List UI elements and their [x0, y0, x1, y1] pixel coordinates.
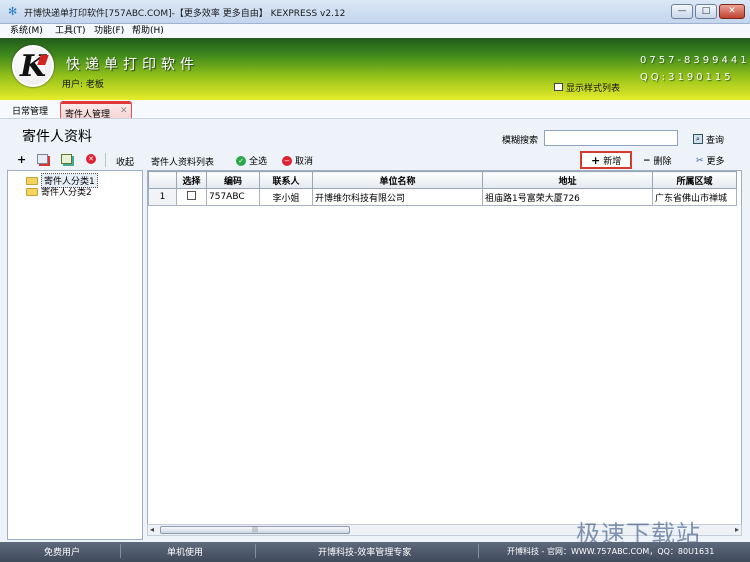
tab-sender-label: 寄件人管理 — [65, 110, 111, 120]
status-divider — [120, 544, 121, 558]
qq-number: QQ:3190115 — [640, 72, 734, 83]
minus-icon: − — [643, 155, 651, 166]
column-header[interactable]: 所属区域 — [652, 171, 737, 189]
status-divider — [255, 544, 256, 558]
scroll-right-icon[interactable]: ▸ — [735, 525, 739, 535]
status-user: 免费用户 — [44, 548, 81, 558]
k-logo-icon: K — [12, 45, 54, 87]
menu-bar: 系统(M) 工具(T) 功能(F) 帮助(H) — [0, 24, 750, 38]
search-icon: ⌕ — [693, 134, 703, 144]
query-button[interactable]: ⌕ 查询 — [693, 131, 724, 147]
row-number: 1 — [148, 188, 177, 206]
cancel-selection-button[interactable]: − 取消 — [282, 154, 313, 167]
menu-tools[interactable]: 工具(T) — [55, 24, 86, 38]
app-name: 快递单打印软件 — [66, 57, 199, 73]
menu-system[interactable]: 系统(M) — [10, 24, 43, 38]
more-button[interactable]: ✂ 更多 — [696, 154, 725, 168]
status-mode: 单机使用 — [167, 548, 204, 558]
add-category-icon[interactable]: + — [17, 153, 26, 166]
cancel-icon: − — [282, 155, 292, 166]
new-label: 新增 — [603, 156, 622, 167]
delete-category-icon[interactable]: ✕ — [86, 154, 96, 164]
query-label: 查询 — [706, 135, 725, 146]
column-header[interactable]: 选择 — [176, 171, 207, 189]
menu-help[interactable]: 帮助(H) — [132, 24, 164, 38]
row-number-header — [148, 171, 177, 189]
plus-icon: + — [591, 153, 601, 167]
collapse-button[interactable]: 收起 — [116, 155, 134, 168]
list-toolbar: 寄件人资料列表 ✓ 全选 − 取消 + 新增 − 删除 ✂ 更多 — [147, 151, 743, 169]
address-cell[interactable]: 祖庙路1号富荣大厦726 — [482, 188, 653, 206]
company-cell[interactable]: 开博维尔科技有限公司 — [312, 188, 483, 206]
tree-item-label: 寄件人分类2 — [41, 188, 92, 198]
folder-icon — [26, 187, 38, 196]
search-input[interactable] — [544, 130, 678, 146]
scroll-left-icon[interactable]: ◂ — [150, 525, 154, 535]
style-list-link[interactable]: 显示样式列表 — [566, 81, 620, 94]
category-toolbar: + ✕ 收起 — [7, 151, 143, 169]
new-button[interactable]: + 新增 — [580, 151, 633, 169]
grid-header-row: 选择 编码 联系人 单位名称 地址 所属区域 — [148, 171, 737, 189]
status-website: 开博科技 - 官网：WWW.757ABC.COM，QQ：80U1631 — [507, 547, 715, 556]
copy-category-icon[interactable] — [37, 154, 48, 164]
select-all-button[interactable]: ✓ 全选 — [236, 154, 267, 167]
column-header[interactable]: 联系人 — [259, 171, 313, 189]
window-title: 开博快递单打印软件[757ABC.COM]-【更多效率 更多自由】 KEXPRE… — [24, 9, 346, 19]
phone-number: 0757-83994417 — [640, 55, 750, 66]
minimize-button[interactable]: — — [671, 4, 693, 19]
menu-function[interactable]: 功能(F) — [94, 24, 124, 38]
status-bar: 免费用户 单机使用 开博科技-效率管理专家 开博科技 - 官网：WWW.757A… — [0, 542, 750, 562]
search-label: 模糊搜索 — [502, 136, 539, 146]
delete-button[interactable]: − 删除 — [643, 154, 672, 168]
category-tree: 寄件人分类1 寄件人分类2 — [7, 170, 143, 540]
tab-close-icon[interactable]: ✕ — [120, 106, 128, 116]
tree-item[interactable]: 寄件人分类2 — [26, 185, 92, 198]
tools-icon: ✂ — [696, 155, 704, 166]
cancel-label: 取消 — [295, 157, 314, 167]
delete-label: 删除 — [653, 157, 672, 167]
column-header[interactable]: 地址 — [482, 171, 653, 189]
row-checkbox[interactable] — [187, 191, 196, 200]
status-company: 开博科技-效率管理专家 — [318, 548, 412, 558]
column-header[interactable]: 编码 — [206, 171, 260, 189]
maximize-button[interactable]: □ — [695, 4, 717, 19]
page-title: 寄件人资料 — [22, 129, 92, 145]
sender-grid: 选择 编码 联系人 单位名称 地址 所属区域 1 757ABC 李小姐 开博维尔… — [147, 170, 742, 528]
select-cell[interactable] — [176, 188, 207, 206]
edit-category-icon[interactable] — [61, 154, 72, 164]
more-label: 更多 — [706, 157, 725, 167]
list-title: 寄件人资料列表 — [151, 158, 215, 168]
select-all-label: 全选 — [249, 157, 268, 167]
folder-icon — [26, 176, 38, 185]
style-list-icon[interactable] — [554, 83, 563, 91]
region-cell[interactable]: 广东省佛山市禅城 — [652, 188, 737, 206]
check-icon: ✓ — [236, 155, 246, 166]
code-cell[interactable]: 757ABC — [206, 188, 260, 206]
contact-cell[interactable]: 李小姐 — [259, 188, 313, 206]
table-row[interactable]: 1 757ABC 李小姐 开博维尔科技有限公司 祖庙路1号富荣大厦726 广东省… — [148, 188, 737, 206]
toolbar-divider — [105, 153, 106, 167]
app-icon: ✻ — [8, 5, 18, 18]
scroll-thumb[interactable]: ||| — [160, 526, 350, 534]
column-header[interactable]: 单位名称 — [312, 171, 483, 189]
tab-sender-management[interactable]: 寄件人管理 ✕ — [60, 101, 132, 120]
tab-daily[interactable]: 日常管理 — [12, 104, 48, 117]
user-label: 用户: 老板 — [62, 80, 104, 90]
status-divider — [478, 544, 479, 558]
close-button[interactable]: ✕ — [719, 4, 745, 19]
